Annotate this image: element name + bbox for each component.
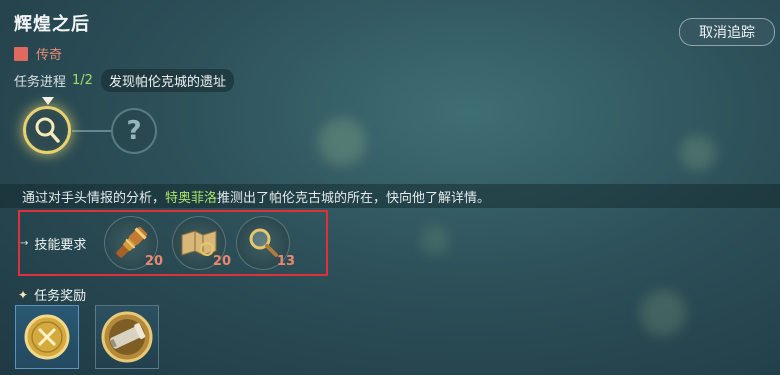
description-text: 通过对手头情报的分析， <box>22 190 166 206</box>
arrow-icon: → <box>20 238 29 249</box>
question-mark-icon: ? <box>126 116 142 146</box>
quest-title: 辉煌之后 <box>14 14 90 35</box>
reward-title: ✦ 任务奖励 <box>18 285 87 305</box>
progress-count: 1/2 <box>72 73 93 88</box>
light-particle <box>640 290 686 336</box>
reward-item-gold-coin[interactable] <box>15 305 79 369</box>
light-particle <box>318 118 366 166</box>
light-particle <box>680 135 716 171</box>
skill-level: 13 <box>276 254 295 269</box>
sparkle-icon: ✦ <box>18 287 29 302</box>
progress-label: 任务进程 <box>14 75 67 90</box>
step-node-active[interactable] <box>23 106 71 154</box>
quest-description: 通过对手头情报的分析， 特奥菲洛 推测出了帕伦克古城的所在，快向他了解详情。 <box>0 184 780 208</box>
description-text: 推测出了帕伦克古城的所在，快向他了解详情。 <box>217 190 491 206</box>
light-particle <box>420 225 450 255</box>
skill-cartography[interactable]: 20 <box>172 216 231 270</box>
reward-label: 任务奖励 <box>34 289 87 304</box>
quest-rarity: 传奇 <box>14 44 62 63</box>
quest-progress: 任务进程 1/2 发现帕伦克城的遗址 <box>14 69 234 92</box>
skill-requirement-label: 技能要求 <box>34 238 87 253</box>
magnifier-icon <box>35 117 60 143</box>
step-connector <box>72 130 112 132</box>
skill-level: 20 <box>144 254 163 269</box>
rarity-label: 传奇 <box>36 48 63 63</box>
current-step-label: 发现帕伦克城的遗址 <box>100 69 234 92</box>
skill-investigation[interactable]: 13 <box>236 216 295 270</box>
skill-requirement-title: → 技能要求 <box>20 234 86 253</box>
skill-spyglass[interactable]: 20 <box>104 216 163 270</box>
gold-coin-icon <box>24 314 70 360</box>
current-step-marker <box>42 97 54 105</box>
telescope-medal-icon <box>101 311 153 363</box>
rarity-icon <box>14 46 28 61</box>
skill-level: 20 <box>212 254 231 269</box>
step-node-locked[interactable]: ? <box>111 108 157 154</box>
reward-item-telescope-medal[interactable] <box>95 305 159 369</box>
npc-name[interactable]: 特奥菲洛 <box>165 187 217 206</box>
untrack-button[interactable]: 取消追踪 <box>679 18 775 46</box>
